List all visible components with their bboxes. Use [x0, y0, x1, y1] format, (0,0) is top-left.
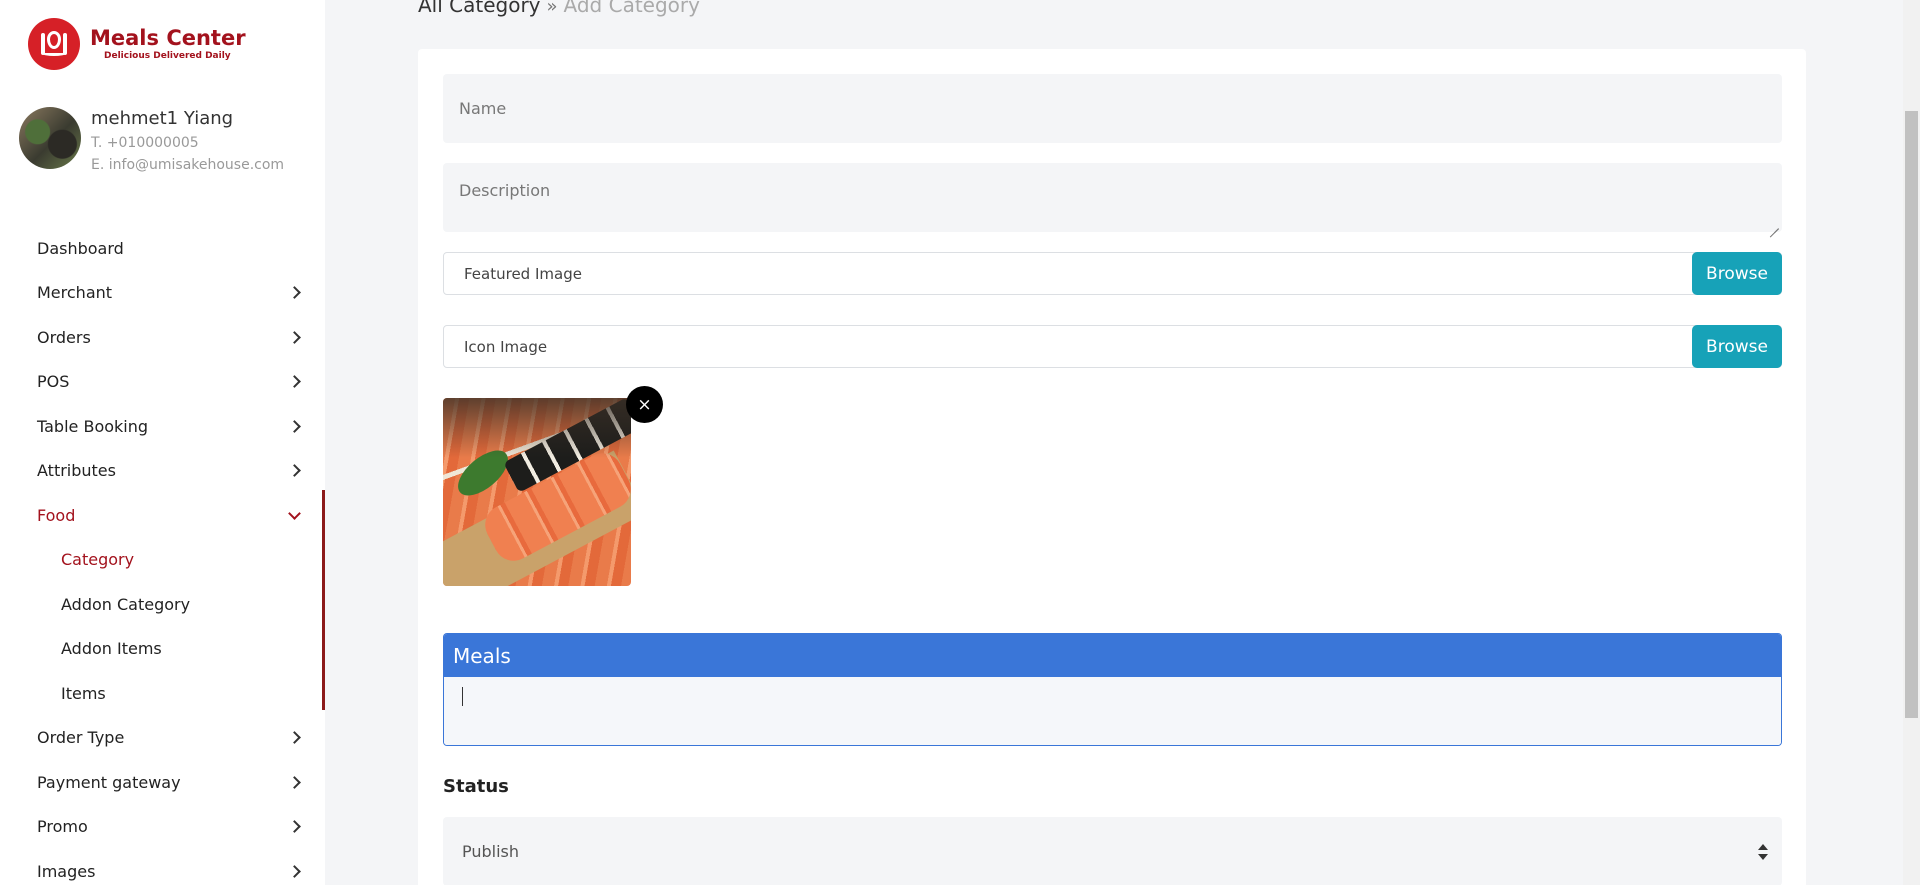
sidebar-subitem-items[interactable]: Items: [0, 671, 325, 716]
scrollbar-thumb[interactable]: [1905, 111, 1918, 718]
featured-image-field[interactable]: Featured Image Browse: [443, 252, 1782, 295]
chevron-right-icon: [288, 864, 301, 878]
sidebar-item-label: Payment gateway: [37, 772, 181, 792]
chevron-right-icon: [288, 330, 301, 344]
sidebar-item-images[interactable]: Images: [0, 849, 325, 885]
meals-header: Meals: [444, 634, 1781, 677]
sidebar-item-label: Addon Category: [61, 594, 191, 614]
logo-icon: [28, 18, 80, 70]
sidebar-item-label: Merchant: [37, 283, 113, 303]
sidebar-item-orders[interactable]: Orders: [0, 315, 325, 360]
sidebar-item-attributes[interactable]: Attributes: [0, 449, 325, 494]
chevron-right-icon: [288, 731, 301, 745]
chevron-down-icon: [288, 506, 301, 520]
icon-image-label: Icon Image: [464, 337, 548, 356]
brand-title: Meals Center: [90, 26, 246, 50]
chevron-right-icon: [288, 820, 301, 834]
profile-phone: T. +010000005: [91, 135, 199, 151]
sidebar-item-label: Promo: [37, 817, 88, 837]
profile-email: E. info@umisakehouse.com: [91, 157, 285, 173]
sidebar-item-label: Addon Items: [61, 639, 162, 659]
sidebar-item-merchant[interactable]: Merchant: [0, 271, 325, 316]
breadcrumb: All Category » Add Category: [418, 0, 700, 17]
image-preview: [443, 398, 631, 586]
sidebar-item-label: Category: [61, 550, 135, 570]
sidebar-item-label: Order Type: [37, 728, 125, 748]
resize-handle-icon[interactable]: [1769, 219, 1779, 229]
sidebar-subitem-addon-category[interactable]: Addon Category: [0, 582, 325, 627]
sidebar-item-label: Food: [37, 505, 76, 525]
meals-input[interactable]: [444, 677, 1781, 745]
name-input[interactable]: Name: [443, 74, 1782, 143]
sidebar-item-label: Table Booking: [37, 416, 149, 436]
brand-logo[interactable]: Meals Center Delicious Delivered Daily: [28, 18, 246, 70]
user-profile: mehmet1 Yiang T. +010000005 E. info@umis…: [19, 107, 284, 174]
status-value: Publish: [462, 842, 520, 861]
brand-tagline: Delicious Delivered Daily: [104, 51, 231, 61]
breadcrumb-separator: »: [546, 0, 558, 17]
icon-image-field[interactable]: Icon Image Browse: [443, 325, 1782, 368]
remove-image-button[interactable]: ×: [626, 386, 663, 423]
sidebar-item-food[interactable]: Food: [0, 493, 325, 538]
meals-editor: Meals: [443, 633, 1782, 746]
sidebar-item-label: Items: [61, 683, 106, 703]
breadcrumb-current: Add Category: [563, 0, 700, 17]
sidebar-item-label: POS: [37, 372, 70, 392]
featured-image-browse-button[interactable]: Browse: [1692, 252, 1782, 295]
chevron-right-icon: [288, 375, 301, 389]
chevron-right-icon: [288, 775, 301, 789]
page-scrollbar[interactable]: [1903, 0, 1920, 885]
sidebar-item-label: Attributes: [37, 461, 116, 481]
status-label: Status: [443, 776, 509, 797]
sidebar-subitem-addon-items[interactable]: Addon Items: [0, 627, 325, 672]
sidebar-item-label: Images: [37, 861, 96, 881]
chevron-right-icon: [288, 464, 301, 478]
chevron-right-icon: [288, 419, 301, 433]
sidebar: Meals Center Delicious Delivered Daily m…: [0, 0, 325, 885]
active-section-indicator: [322, 490, 325, 710]
sidebar-nav: Dashboard Merchant Orders POS Table Book…: [0, 226, 325, 885]
text-cursor: [462, 687, 463, 706]
sidebar-item-table-booking[interactable]: Table Booking: [0, 404, 325, 449]
sidebar-subitem-category[interactable]: Category: [0, 538, 325, 583]
sidebar-item-label: Dashboard: [37, 238, 124, 258]
breadcrumb-parent[interactable]: All Category: [418, 0, 541, 17]
chevron-right-icon: [288, 286, 301, 300]
profile-name: mehmet1 Yiang: [91, 108, 234, 129]
status-select[interactable]: Publish: [443, 817, 1782, 885]
sidebar-item-payment-gateway[interactable]: Payment gateway: [0, 760, 325, 805]
select-arrows-icon: [1758, 844, 1768, 860]
sidebar-item-promo[interactable]: Promo: [0, 805, 325, 850]
avatar[interactable]: [19, 107, 81, 169]
description-textarea[interactable]: Description: [443, 163, 1782, 232]
sidebar-item-pos[interactable]: POS: [0, 360, 325, 405]
name-placeholder: Name: [459, 99, 507, 118]
featured-image-label: Featured Image: [464, 264, 582, 283]
sidebar-item-dashboard[interactable]: Dashboard: [0, 226, 325, 271]
sidebar-item-order-type[interactable]: Order Type: [0, 716, 325, 761]
description-placeholder: Description: [459, 181, 551, 200]
icon-image-browse-button[interactable]: Browse: [1692, 325, 1782, 368]
sidebar-item-label: Orders: [37, 327, 91, 347]
